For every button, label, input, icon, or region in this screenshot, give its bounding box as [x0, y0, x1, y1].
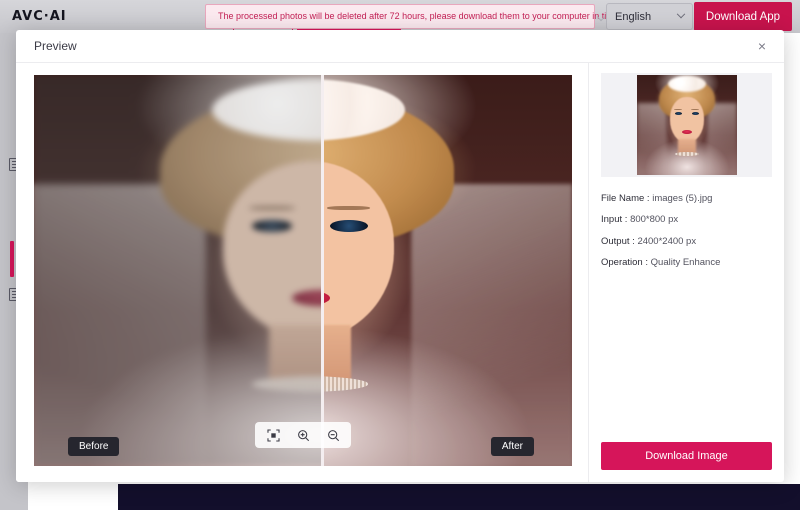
download-app-button[interactable]: Download App: [694, 2, 792, 31]
meta-value: 2400*2400 px: [637, 235, 697, 247]
zoom-in-icon[interactable]: [290, 425, 316, 445]
brand-logo: AVC·AI: [12, 9, 67, 24]
page-title: Preview: [34, 39, 77, 53]
fit-screen-icon[interactable]: [260, 425, 286, 445]
before-label: Before: [68, 437, 120, 456]
meta-row-filename: File Name : images (5).jpg: [601, 193, 772, 204]
notice-text: The processed photos will be deleted aft…: [218, 11, 622, 21]
meta-row-output: Output : 2400*2400 px: [601, 236, 772, 247]
compare-pane: Before After: [16, 63, 588, 482]
modal-body: Before After File Name: images (5).jpg …: [16, 63, 784, 482]
language-selector-label: English: [615, 10, 652, 23]
meta-key: Input :: [601, 214, 628, 226]
info-pane: File Name : images (5).jpg Input : 800*8…: [588, 63, 784, 482]
download-image-button[interactable]: Download Image: [601, 442, 772, 470]
zoom-out-icon[interactable]: [320, 425, 346, 445]
bottom-dark-strip: [118, 484, 800, 510]
modal-header: Preview ×: [16, 30, 784, 63]
notice-banner: The processed photos will be deleted aft…: [205, 4, 630, 29]
comparison-slider-handle[interactable]: [321, 75, 324, 466]
meta-value: 800*800 px: [630, 214, 679, 226]
meta-key: Output :: [601, 235, 635, 247]
chevron-down-icon: [676, 9, 686, 18]
meta-value: images (5).jpg: [652, 193, 713, 204]
zoom-toolbar: [255, 422, 351, 448]
meta-row-input: Input : 800*800 px: [601, 214, 772, 225]
before-image: [34, 75, 322, 466]
close-icon[interactable]: ×: [754, 37, 770, 55]
meta-row-operation: Operation : Quality Enhance: [601, 257, 772, 268]
thumbnail-container: [601, 73, 772, 177]
thumbnail-image: [636, 75, 737, 175]
meta-value: Quality Enhance: [650, 257, 721, 269]
compare-stage[interactable]: Before After: [34, 75, 572, 466]
meta-key: Operation :: [601, 257, 648, 269]
sidebar-active-indicator: [10, 241, 14, 277]
preview-modal: Preview × Before After File Name: image…: [16, 30, 784, 482]
after-label: After: [490, 437, 534, 456]
file-metadata-list: File Name : images (5).jpg Input : 800*8…: [601, 193, 772, 269]
language-selector[interactable]: English: [606, 3, 693, 30]
meta-key: File Name :: [601, 193, 650, 204]
app-header: AVC·AI The processed photos will be dele…: [0, 0, 800, 35]
